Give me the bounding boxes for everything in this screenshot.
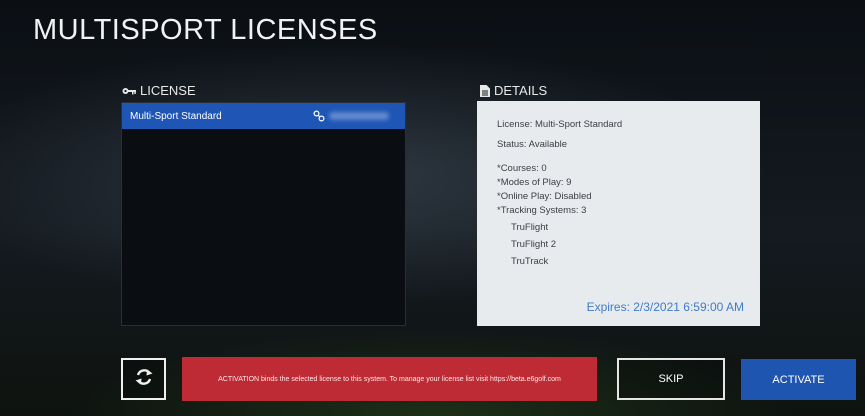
- tracking-system-item: TruFlight: [511, 222, 549, 233]
- detail-modes: *Modes of Play: 9: [497, 177, 572, 188]
- license-list-item[interactable]: Multi-Sport Standard: [122, 103, 405, 129]
- page-title: MULTISPORT LICENSES: [33, 14, 378, 46]
- skip-button-label: SKIP: [658, 373, 684, 385]
- detail-license: License: Multi-Sport Standard: [497, 119, 623, 130]
- details-panel: License: Multi-Sport Standard Status: Av…: [477, 101, 760, 326]
- details-panel-label: DETAILS: [480, 83, 547, 98]
- skip-button[interactable]: SKIP: [617, 358, 725, 400]
- details-label-text: DETAILS: [494, 83, 548, 98]
- detail-courses: *Courses: 0: [497, 163, 547, 174]
- detail-status: Status: Available: [497, 139, 568, 150]
- refresh-icon: [133, 366, 155, 393]
- license-name: Multi-Sport Standard: [130, 110, 222, 122]
- license-label-text: LICENSE: [140, 83, 196, 98]
- link-icon: [313, 110, 325, 125]
- refresh-button[interactable]: [121, 358, 166, 400]
- document-icon: [480, 84, 490, 97]
- tracking-system-item: TruTrack: [511, 256, 549, 267]
- key-icon: [122, 87, 136, 95]
- blurred-license-key: [329, 112, 389, 120]
- detail-tracking: *Tracking Systems: 3: [497, 205, 587, 216]
- tracking-system-item: TruFlight 2: [511, 239, 557, 250]
- activation-notice-text: ACTIVATION binds the selected license to…: [218, 375, 561, 383]
- detail-online: *Online Play: Disabled: [497, 191, 592, 202]
- expiration-date: Expires: 2/3/2021 6:59:00 AM: [586, 300, 744, 314]
- activate-button[interactable]: ACTIVATE: [741, 359, 856, 400]
- license-panel-label: LICENSE: [122, 83, 196, 98]
- activate-button-label: ACTIVATE: [772, 373, 825, 386]
- license-list[interactable]: Multi-Sport Standard: [121, 102, 406, 326]
- activation-notice: ACTIVATION binds the selected license to…: [182, 357, 597, 401]
